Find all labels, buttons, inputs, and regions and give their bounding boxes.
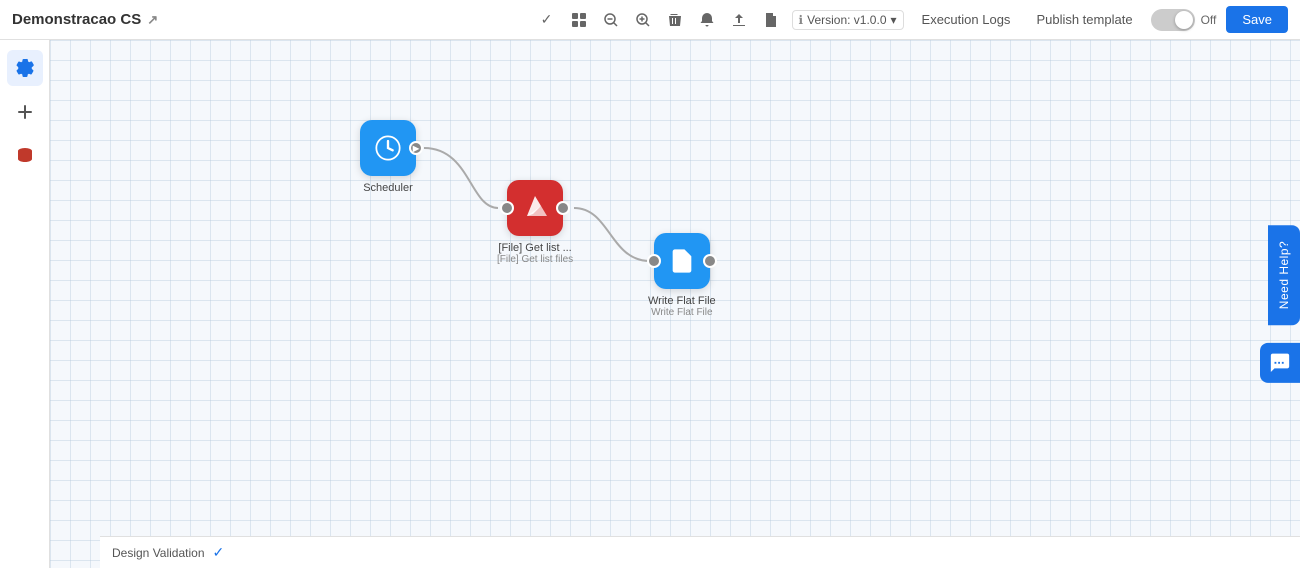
- sidebar-item-add[interactable]: [7, 94, 43, 130]
- version-label: Version: v1.0.0: [807, 13, 886, 27]
- execution-logs-button[interactable]: Execution Logs: [914, 8, 1019, 31]
- chat-button[interactable]: [1260, 343, 1300, 383]
- toggle-label: Off: [1201, 13, 1217, 27]
- azure-sublabel: [File] Get list files: [497, 254, 573, 265]
- publish-template-button[interactable]: Publish template: [1028, 8, 1140, 31]
- sidebar-item-database[interactable]: [7, 138, 43, 174]
- grid-icon[interactable]: [568, 9, 590, 31]
- scheduler-node[interactable]: ▶ Scheduler: [360, 120, 416, 194]
- flatfile-node[interactable]: Write Flat File Write Flat File: [648, 233, 716, 318]
- flatfile-output-port[interactable]: [703, 254, 717, 268]
- toggle-wrapper: Off: [1151, 9, 1217, 31]
- document-icon[interactable]: [760, 9, 782, 31]
- scheduler-label: Scheduler: [363, 182, 413, 194]
- validation-check-icon: ✓: [213, 544, 225, 561]
- version-info-icon: ℹ: [799, 13, 804, 27]
- sidebar: [0, 40, 50, 568]
- azure-input-port[interactable]: [500, 201, 514, 215]
- sidebar-item-settings[interactable]: [7, 50, 43, 86]
- design-validation-label: Design Validation: [112, 546, 205, 560]
- zoom-in-icon[interactable]: [632, 9, 654, 31]
- version-selector[interactable]: ℹ Version: v1.0.0 ▾: [792, 10, 904, 30]
- external-link-icon[interactable]: ↗: [147, 12, 158, 28]
- right-help-panel: Need Help?: [1260, 225, 1300, 383]
- canvas[interactable]: ▶ Scheduler [File] Get list ... [: [50, 40, 1300, 568]
- zoom-out-icon[interactable]: [600, 9, 622, 31]
- scheduler-output-port[interactable]: ▶: [409, 141, 423, 155]
- title-text: Demonstracao CS: [12, 11, 141, 28]
- save-button[interactable]: Save: [1226, 6, 1288, 33]
- flatfile-sublabel: Write Flat File: [651, 307, 713, 318]
- scheduler-node-box[interactable]: ▶: [360, 120, 416, 176]
- toggle-thumb: [1175, 11, 1193, 29]
- flatfile-label: Write Flat File: [648, 295, 716, 307]
- azure-label: [File] Get list ...: [498, 242, 571, 254]
- upload-icon[interactable]: [728, 9, 750, 31]
- bottom-bar: Design Validation ✓: [100, 536, 1300, 568]
- flatfile-node-box[interactable]: [654, 233, 710, 289]
- delete-icon[interactable]: [664, 9, 686, 31]
- azure-output-port[interactable]: [556, 201, 570, 215]
- header: Demonstracao CS ↗ ✓: [0, 0, 1300, 40]
- version-chevron: ▾: [891, 13, 897, 27]
- toolbar: ✓: [536, 6, 1288, 33]
- main-layout: ▶ Scheduler [File] Get list ... [: [0, 40, 1300, 568]
- azure-node[interactable]: [File] Get list ... [File] Get list file…: [497, 180, 573, 265]
- flatfile-input-port[interactable]: [647, 254, 661, 268]
- page-title: Demonstracao CS ↗: [12, 11, 158, 28]
- on-off-toggle[interactable]: [1151, 9, 1195, 31]
- bell-icon[interactable]: [696, 9, 718, 31]
- check-icon[interactable]: ✓: [536, 9, 558, 31]
- azure-node-box[interactable]: [507, 180, 563, 236]
- need-help-button[interactable]: Need Help?: [1268, 225, 1300, 325]
